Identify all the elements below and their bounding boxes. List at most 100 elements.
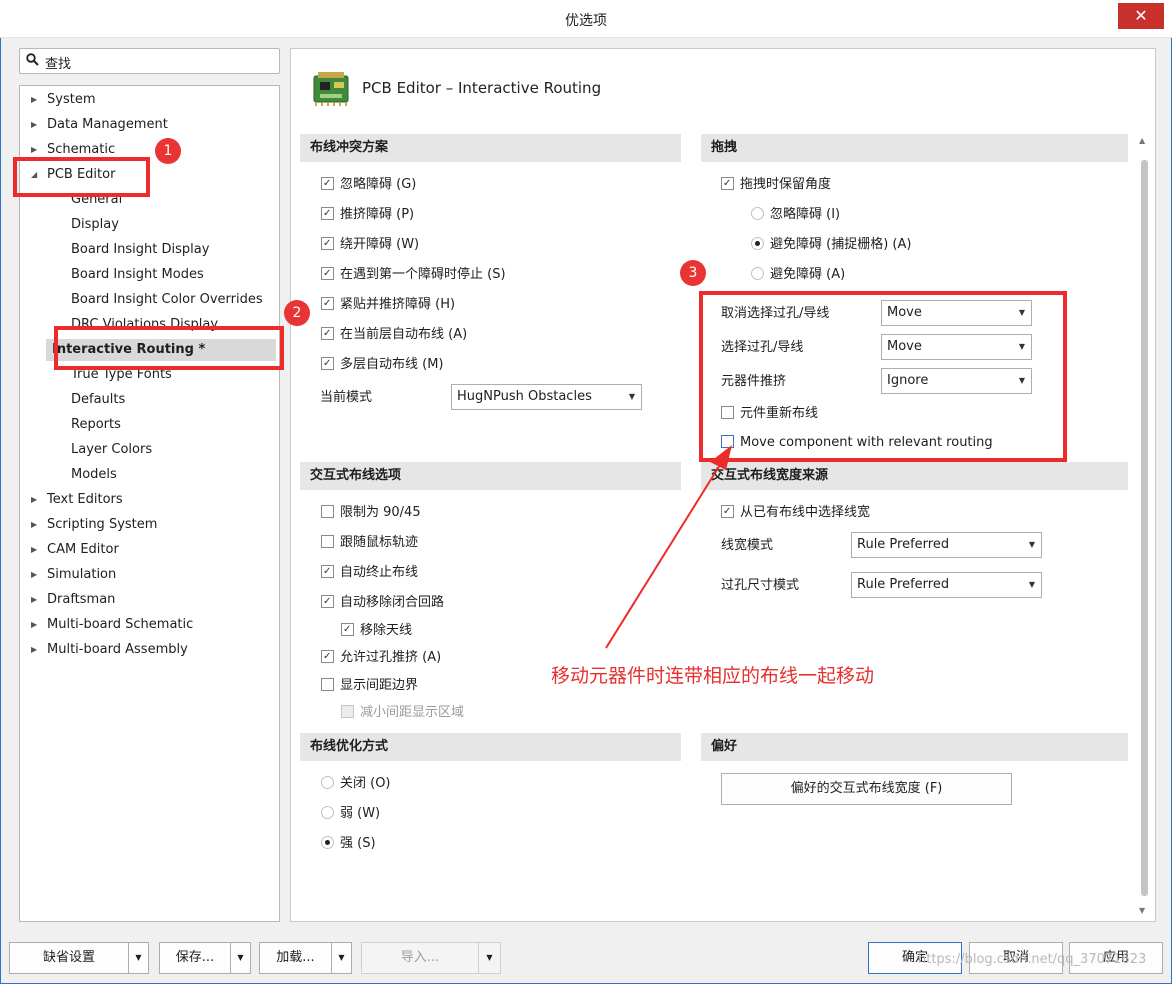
tree-item[interactable]: ▶ Data Management (31, 114, 168, 136)
tree-item[interactable]: Models (71, 464, 117, 486)
checkbox-box[interactable] (321, 327, 334, 340)
checkbox-box[interactable] (321, 267, 334, 280)
collapsed-arrow-icon[interactable]: ▶ (31, 564, 37, 586)
collapsed-arrow-icon[interactable]: ▶ (31, 139, 37, 161)
tree-item[interactable]: ◢ PCB Editor (31, 164, 115, 186)
search-input[interactable]: 查找 (19, 48, 280, 74)
routing-option-checkbox[interactable]: 自动终止布线 (321, 563, 418, 583)
checkbox-box[interactable] (321, 297, 334, 310)
chevron-down-icon[interactable]: ▼ (479, 942, 501, 974)
checkbox-box[interactable] (321, 177, 334, 190)
expanded-arrow-icon[interactable]: ◢ (31, 164, 37, 186)
routing-option-checkbox[interactable]: 移除天线 (341, 621, 412, 641)
checkbox-box[interactable] (321, 535, 334, 548)
conflict-option-checkbox[interactable]: 忽略障碍 (G) (321, 175, 416, 195)
tree-item[interactable]: DRC Violations Display (71, 314, 218, 336)
checkbox-box[interactable] (321, 237, 334, 250)
tree-item[interactable]: Board Insight Display (71, 239, 209, 261)
checkbox-box[interactable] (721, 177, 734, 190)
drag-row-select[interactable]: Move ▼ (881, 300, 1032, 326)
tree-item[interactable]: ▶ Schematic (31, 139, 115, 161)
routing-option-checkbox[interactable]: 自动移除闭合回路 (321, 593, 444, 613)
optimize-radio[interactable]: 关闭 (O) (321, 774, 391, 794)
tree-item[interactable]: ▶ Multi-board Schematic (31, 614, 193, 636)
checkbox-box[interactable] (721, 435, 734, 448)
checkbox-box[interactable] (341, 623, 354, 636)
radio-circle[interactable] (321, 806, 334, 819)
tree-item[interactable]: True Type Fonts (71, 364, 172, 386)
drag-row-select[interactable]: Move ▼ (881, 334, 1032, 360)
collapsed-arrow-icon[interactable]: ▶ (31, 114, 37, 136)
save-button[interactable]: 保存... (159, 942, 231, 974)
mode-select[interactable]: HugNPush Obstacles ▼ (451, 384, 642, 410)
load-split-button[interactable]: 加载... ▼ (259, 942, 352, 974)
width-mode-select[interactable]: Rule Preferred ▼ (851, 532, 1042, 558)
radio-circle[interactable] (751, 267, 764, 280)
tree-item[interactable]: ▶ CAM Editor (31, 539, 119, 561)
pick-existing-width-checkbox[interactable]: 从已有布线中选择线宽 (721, 503, 870, 523)
radio-circle[interactable] (321, 836, 334, 849)
tree-item[interactable]: Board Insight Modes (71, 264, 204, 286)
collapsed-arrow-icon[interactable]: ▶ (31, 514, 37, 536)
radio-circle[interactable] (751, 207, 764, 220)
reroute-checkbox[interactable]: 元件重新布线 (721, 404, 818, 424)
drag-row-select[interactable]: Ignore ▼ (881, 368, 1032, 394)
tree-item[interactable]: Display (71, 214, 119, 236)
checkbox-box[interactable] (721, 505, 734, 518)
collapsed-arrow-icon[interactable]: ▶ (31, 89, 37, 111)
defaults-split-button[interactable]: 缺省设置 ▼ (9, 942, 149, 974)
tree-item[interactable]: Board Insight Color Overrides (71, 289, 263, 311)
radio-circle[interactable] (321, 776, 334, 789)
tree-item[interactable]: Interactive Routing * (46, 339, 276, 361)
conflict-option-checkbox[interactable]: 在遇到第一个障碍时停止 (S) (321, 265, 506, 285)
keep-angle-checkbox[interactable]: 拖拽时保留角度 (721, 175, 831, 195)
routing-option-checkbox[interactable]: 限制为 90/45 (321, 503, 421, 523)
collapsed-arrow-icon[interactable]: ▶ (31, 539, 37, 561)
tree-item[interactable]: General (71, 189, 122, 211)
optimize-radio[interactable]: 强 (S) (321, 834, 376, 854)
checkbox-box[interactable] (721, 406, 734, 419)
scrollbar-thumb[interactable] (1141, 160, 1148, 896)
collapsed-arrow-icon[interactable]: ▶ (31, 489, 37, 511)
conflict-option-checkbox[interactable]: 在当前层自动布线 (A) (321, 325, 467, 345)
chevron-down-icon[interactable]: ▼ (332, 942, 352, 974)
routing-option-checkbox[interactable]: 允许过孔推挤 (A) (321, 648, 441, 668)
tree-item[interactable]: Defaults (71, 389, 125, 411)
tree-item[interactable]: ▶ System (31, 89, 95, 111)
close-icon[interactable]: ✕ (1118, 3, 1164, 29)
checkbox-box[interactable] (321, 595, 334, 608)
drag-mode-radio[interactable]: 忽略障碍 (I) (751, 205, 840, 225)
scroll-up-icon[interactable]: ▲ (1139, 136, 1145, 145)
checkbox-box[interactable] (321, 357, 334, 370)
chevron-down-icon[interactable]: ▼ (129, 942, 149, 974)
import-split-button[interactable]: 导入... ▼ (361, 942, 501, 974)
tree-item[interactable]: Reports (71, 414, 121, 436)
routing-option-checkbox[interactable]: 显示间距边界 (321, 676, 418, 696)
routing-option-checkbox[interactable]: 跟随鼠标轨迹 (321, 533, 418, 553)
conflict-option-checkbox[interactable]: 推挤障碍 (P) (321, 205, 414, 225)
tree-item[interactable]: ▶ Draftsman (31, 589, 115, 611)
tree-item[interactable]: ▶ Simulation (31, 564, 116, 586)
tree-item[interactable]: ▶ Multi-board Assembly (31, 639, 188, 661)
save-split-button[interactable]: 保存... ▼ (159, 942, 251, 974)
defaults-button[interactable]: 缺省设置 (9, 942, 129, 974)
radio-circle[interactable] (751, 237, 764, 250)
checkbox-box[interactable] (321, 650, 334, 663)
checkbox-box[interactable] (321, 565, 334, 578)
drag-mode-radio[interactable]: 避免障碍 (A) (751, 265, 845, 285)
tree-item[interactable]: ▶ Text Editors (31, 489, 123, 511)
checkbox-box[interactable] (321, 207, 334, 220)
load-button[interactable]: 加载... (259, 942, 332, 974)
checkbox-box[interactable] (321, 678, 334, 691)
drag-mode-radio[interactable]: 避免障碍 (捕捉栅格) (A) (751, 235, 911, 255)
via-mode-select[interactable]: Rule Preferred ▼ (851, 572, 1042, 598)
conflict-option-checkbox[interactable]: 紧贴并推挤障碍 (H) (321, 295, 455, 315)
preferred-widths-button[interactable]: 偏好的交互式布线宽度 (F) (721, 773, 1012, 805)
collapsed-arrow-icon[interactable]: ▶ (31, 589, 37, 611)
tree-item[interactable]: Layer Colors (71, 439, 152, 461)
collapsed-arrow-icon[interactable]: ▶ (31, 614, 37, 636)
import-button[interactable]: 导入... (361, 942, 479, 974)
checkbox-box[interactable] (321, 505, 334, 518)
tree-item[interactable]: ▶ Scripting System (31, 514, 157, 536)
collapsed-arrow-icon[interactable]: ▶ (31, 639, 37, 661)
